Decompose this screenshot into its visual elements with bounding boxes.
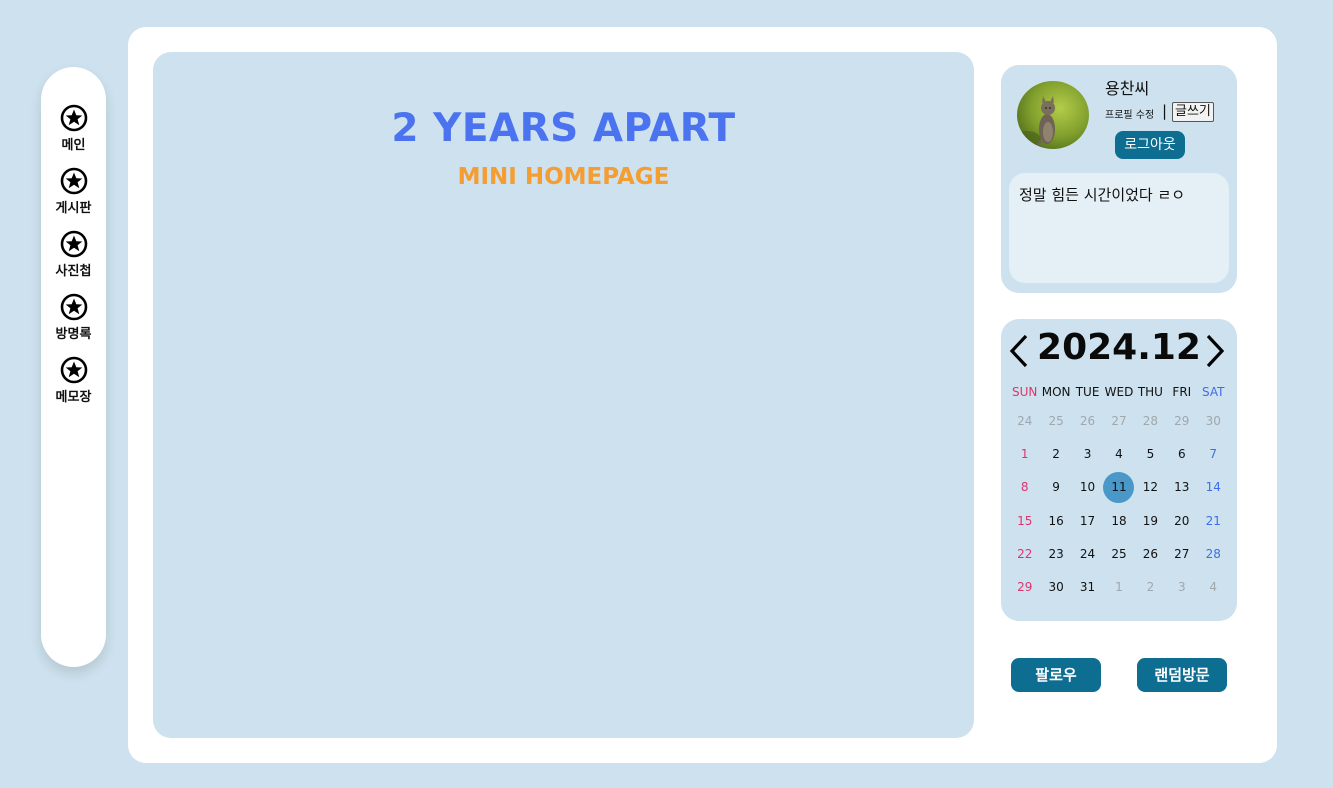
calendar-day[interactable]: 31: [1072, 571, 1103, 604]
calendar-day[interactable]: 22: [1009, 538, 1040, 571]
calendar-day[interactable]: 10: [1072, 471, 1103, 504]
calendar-week: 15 16 17 18 19 20 21: [1009, 505, 1229, 538]
calendar-day[interactable]: 14: [1198, 471, 1229, 504]
calendar-day[interactable]: 7: [1198, 438, 1229, 471]
calendar-title: 2024.12: [1037, 327, 1201, 368]
random-visit-button[interactable]: 랜덤방문: [1137, 658, 1227, 692]
calendar-day[interactable]: 9: [1040, 471, 1071, 504]
calendar-day[interactable]: 27: [1166, 538, 1197, 571]
calendar-day[interactable]: 27: [1103, 405, 1134, 438]
calendar-day[interactable]: 4: [1103, 438, 1134, 471]
weekday-fri: FRI: [1172, 385, 1192, 399]
nav-item-board[interactable]: 게시판: [41, 167, 106, 216]
calendar-day[interactable]: 18: [1103, 505, 1134, 538]
nav-label-guestbook: 방명록: [55, 327, 92, 342]
weekday-header: SUN MON TUE WED THU FRI SAT: [1009, 379, 1229, 405]
weekday-sun: SUN: [1012, 385, 1038, 399]
calendar-day[interactable]: 4: [1198, 571, 1229, 604]
star-icon: [60, 104, 87, 132]
edit-profile-link[interactable]: 프로필 수정: [1105, 106, 1154, 121]
calendar-day[interactable]: 24: [1009, 405, 1040, 438]
nav-item-album[interactable]: 사진첩: [41, 230, 106, 279]
calendar-day[interactable]: 1: [1009, 438, 1040, 471]
calendar-day[interactable]: 15: [1009, 505, 1040, 538]
calendar-day[interactable]: 13: [1166, 471, 1197, 504]
calendar-day[interactable]: 3: [1072, 438, 1103, 471]
star-icon: [60, 356, 87, 384]
calendar-grid: SUN MON TUE WED THU FRI SAT 24 25 26 27 …: [1009, 379, 1229, 604]
calendar-day[interactable]: 12: [1135, 471, 1166, 504]
calendar-day[interactable]: 25: [1103, 538, 1134, 571]
nav-label-album: 사진첩: [55, 264, 92, 279]
nav-label-main: 메인: [61, 138, 86, 153]
star-icon: [60, 167, 87, 195]
weekday-sat: SAT: [1202, 385, 1225, 399]
star-icon: [60, 230, 87, 258]
page-title: 2 YEARS APART: [391, 106, 736, 151]
calendar-day[interactable]: 24: [1072, 538, 1103, 571]
calendar-day[interactable]: 29: [1166, 405, 1197, 438]
username: 용찬씨: [1105, 79, 1150, 98]
calendar-week: 1 2 3 4 5 6 7: [1009, 438, 1229, 471]
follow-button[interactable]: 팔로우: [1011, 658, 1101, 692]
main-panel: 2 YEARS APART MINI HOMEPAGE: [153, 52, 974, 738]
calendar-day[interactable]: 2: [1135, 571, 1166, 604]
nav-item-guestbook[interactable]: 방명록: [41, 293, 106, 342]
calendar-week: 29 30 31 1 2 3 4: [1009, 571, 1229, 604]
weekday-thu: THU: [1137, 385, 1163, 399]
calendar-day[interactable]: 26: [1072, 405, 1103, 438]
calendar-day[interactable]: 6: [1166, 438, 1197, 471]
calendar-day[interactable]: 16: [1040, 505, 1071, 538]
weekday-wed: WED: [1104, 385, 1134, 399]
weekday-tue: TUE: [1075, 385, 1100, 399]
calendar-day[interactable]: 30: [1040, 571, 1071, 604]
star-icon: [60, 293, 87, 321]
nav-item-memo[interactable]: 메모장: [41, 356, 106, 405]
calendar-day[interactable]: 1: [1103, 571, 1134, 604]
avatar: [1017, 81, 1089, 149]
write-button[interactable]: 글쓰기: [1172, 102, 1214, 122]
logout-button[interactable]: 로그아웃: [1115, 131, 1185, 159]
calendar-day-today[interactable]: 11: [1103, 471, 1135, 504]
calendar-day[interactable]: 29: [1009, 571, 1040, 604]
profile-card: 용찬씨 프로필 수정 | 글쓰기 로그아웃 정말 힘든 시간이었다 ㄹㅇ: [1001, 65, 1237, 293]
calendar-day[interactable]: 28: [1135, 405, 1166, 438]
calendar: 2024.12 SUN MON TUE WED THU FRI SAT 24 2…: [1001, 319, 1237, 621]
calendar-week: 8 9 10 11 12 13 14: [1009, 471, 1229, 504]
separator: |: [1162, 102, 1168, 120]
calendar-day[interactable]: 21: [1198, 505, 1229, 538]
calendar-day[interactable]: 20: [1166, 505, 1197, 538]
nav-item-main[interactable]: 메인: [41, 104, 106, 153]
calendar-day[interactable]: 2: [1040, 438, 1071, 471]
status-message: 정말 힘든 시간이었다 ㄹㅇ: [1009, 173, 1229, 283]
calendar-day[interactable]: 28: [1198, 538, 1229, 571]
chevron-right-icon[interactable]: [1203, 333, 1227, 369]
calendar-day[interactable]: 26: [1135, 538, 1166, 571]
calendar-day[interactable]: 19: [1135, 505, 1166, 538]
calendar-day[interactable]: 5: [1135, 438, 1166, 471]
sidebar-nav: 메인 게시판 사진첩 방명록 메모장: [41, 67, 106, 667]
calendar-day[interactable]: 17: [1072, 505, 1103, 538]
nav-label-board: 게시판: [55, 201, 92, 216]
nav-label-memo: 메모장: [55, 390, 92, 405]
calendar-week: 22 23 24 25 26 27 28: [1009, 538, 1229, 571]
cat-photo-image: [1017, 81, 1089, 149]
calendar-day[interactable]: 8: [1009, 471, 1040, 504]
calendar-day[interactable]: 3: [1166, 571, 1197, 604]
calendar-day[interactable]: 25: [1040, 405, 1071, 438]
calendar-week: 24 25 26 27 28 29 30: [1009, 405, 1229, 438]
page-subtitle: MINI HOMEPAGE: [457, 164, 670, 190]
calendar-day[interactable]: 30: [1198, 405, 1229, 438]
calendar-day[interactable]: 23: [1040, 538, 1071, 571]
weekday-mon: MON: [1041, 385, 1071, 399]
